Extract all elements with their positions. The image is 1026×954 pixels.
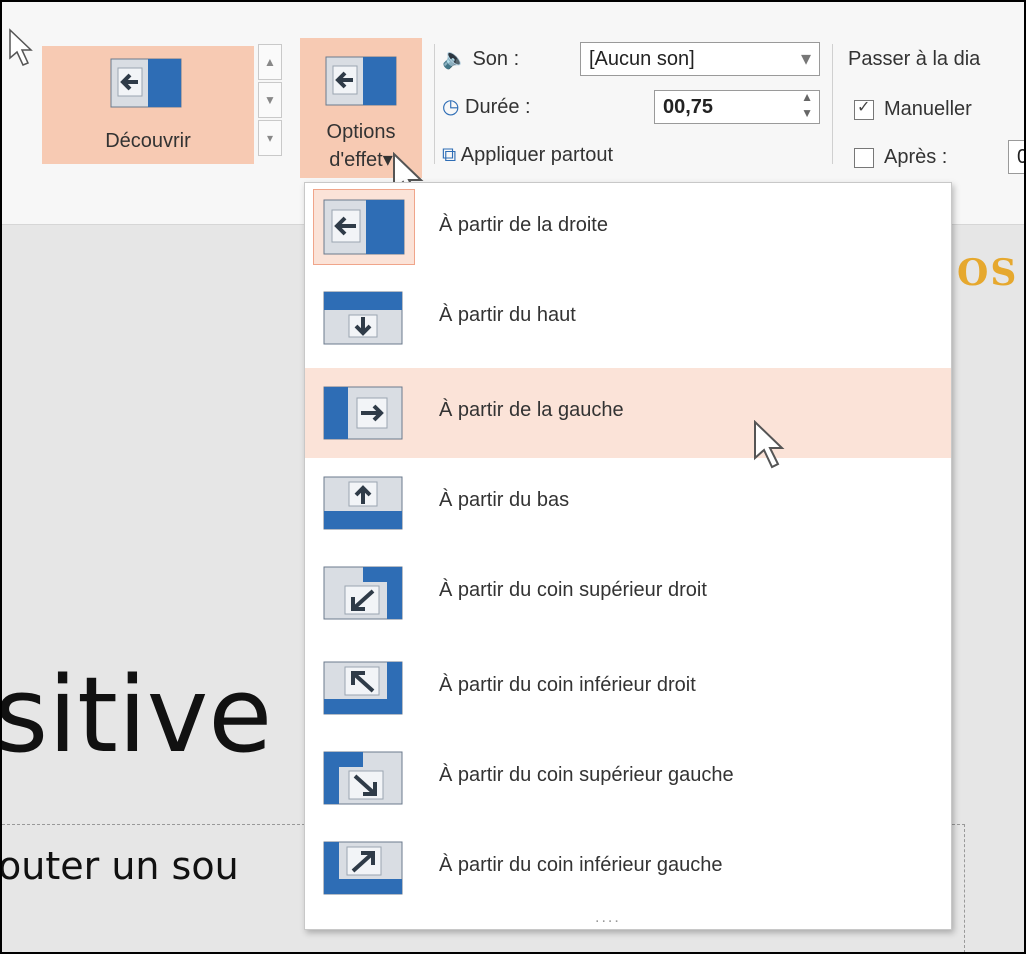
sound-select-value: [Aucun son] bbox=[589, 48, 695, 70]
duration-input-value: 00,75 bbox=[663, 96, 714, 118]
after-checkbox[interactable] bbox=[854, 148, 874, 168]
wipe-from-bottom-left-icon bbox=[323, 841, 403, 895]
wipe-from-right-icon bbox=[110, 58, 182, 108]
wipe-from-right-icon bbox=[313, 189, 415, 265]
check-icon: ✓ bbox=[857, 99, 871, 116]
after-label: Après : bbox=[884, 146, 948, 168]
apply-all-icon: ⧉ bbox=[442, 144, 457, 166]
menu-item-label: À partir de la droite bbox=[439, 214, 608, 236]
subtitle-placeholder-text: outer un sou bbox=[0, 844, 239, 888]
spinner-icon[interactable]: ▲ ▼ bbox=[801, 89, 813, 121]
menu-item-label: À partir du coin inférieur gauche bbox=[439, 854, 723, 876]
manual-label: Manueller bbox=[884, 98, 972, 120]
duration-label: Durée : bbox=[465, 96, 531, 118]
menu-item-from-top-right[interactable]: À partir du coin supérieur droit bbox=[305, 548, 951, 638]
menu-item-label: À partir du coin supérieur gauche bbox=[439, 764, 734, 786]
after-input[interactable]: 0 bbox=[1008, 140, 1024, 174]
ribbon-separator bbox=[832, 44, 833, 164]
wipe-from-bottom-right-icon bbox=[323, 661, 403, 715]
menu-item-label: À partir du coin supérieur droit bbox=[439, 579, 707, 601]
powerpoint-window: Découvrir ▲ ▼ ▾ Options d'effet ▾ 🔈 Son:… bbox=[0, 0, 1026, 954]
sound-label: Son : bbox=[472, 48, 520, 70]
gallery-scroll-up-button[interactable]: ▲ bbox=[258, 44, 282, 80]
manual-checkbox[interactable]: ✓ bbox=[854, 99, 874, 120]
gallery-more-button[interactable]: ▾ bbox=[258, 120, 282, 156]
menu-item-from-bottom-left[interactable]: À partir du coin inférieur gauche bbox=[305, 823, 951, 913]
wipe-from-left-icon bbox=[323, 386, 403, 440]
effect-options-label-line1: Options bbox=[326, 121, 396, 143]
menu-item-from-right[interactable]: À partir de la droite bbox=[305, 183, 951, 273]
effect-options-label-line2: d'effet bbox=[329, 149, 383, 171]
gallery-scroll: ▲ ▼ ▾ bbox=[258, 44, 282, 156]
wipe-from-top-icon bbox=[323, 291, 403, 345]
gallery-item-label: Découvrir bbox=[105, 130, 191, 152]
duration-row: ◷ Durée : bbox=[442, 94, 531, 126]
wipe-from-right-icon bbox=[325, 56, 397, 106]
clock-icon: ◷ bbox=[442, 96, 460, 118]
transition-decouvrir-button[interactable]: Découvrir bbox=[42, 46, 254, 164]
menu-item-label: À partir de la gauche bbox=[439, 399, 624, 421]
sound-row: 🔈 Son : bbox=[442, 46, 519, 78]
menu-resize-grip[interactable]: .... bbox=[595, 909, 621, 927]
duration-input[interactable]: 00,75 ▲ ▼ bbox=[654, 90, 820, 124]
apply-all-label: Appliquer partout bbox=[460, 144, 614, 166]
ribbon-separator bbox=[434, 44, 435, 164]
chevron-down-icon: ▾ bbox=[800, 48, 811, 70]
sound-select[interactable]: [Aucun son] ▾ bbox=[580, 42, 820, 76]
menu-item-label: À partir du coin inférieur droit bbox=[439, 674, 696, 696]
speaker-icon: 🔈 bbox=[442, 48, 467, 70]
after-input-value: 0 bbox=[1017, 146, 1024, 168]
menu-item-label: À partir du bas bbox=[439, 489, 570, 511]
advance-title: Passer à la dia bbox=[848, 48, 981, 70]
menu-item-from-bottom[interactable]: À partir du bas bbox=[305, 458, 951, 548]
apply-all-button[interactable]: ⧉ Appliquer partout bbox=[442, 144, 613, 176]
slide-title-fragment: sitive bbox=[0, 654, 273, 776]
mouse-pointer-icon bbox=[9, 28, 33, 66]
effect-options-menu: À partir de la droite À partir du haut À… bbox=[304, 182, 952, 930]
menu-item-label: À partir du haut bbox=[439, 304, 576, 326]
menu-item-from-bottom-right[interactable]: À partir du coin inférieur droit bbox=[305, 643, 951, 733]
menu-item-from-left[interactable]: À partir de la gauche bbox=[305, 368, 951, 469]
menu-item-from-top-left[interactable]: À partir du coin supérieur gauche bbox=[305, 733, 951, 823]
wipe-from-top-right-icon bbox=[323, 566, 403, 620]
wipe-from-top-left-icon bbox=[323, 751, 403, 805]
slide-heading-fragment: OS bbox=[957, 252, 1019, 294]
wipe-from-bottom-icon bbox=[323, 476, 403, 530]
gallery-scroll-down-button[interactable]: ▼ bbox=[258, 82, 282, 118]
menu-item-from-top[interactable]: À partir du haut bbox=[305, 273, 951, 363]
